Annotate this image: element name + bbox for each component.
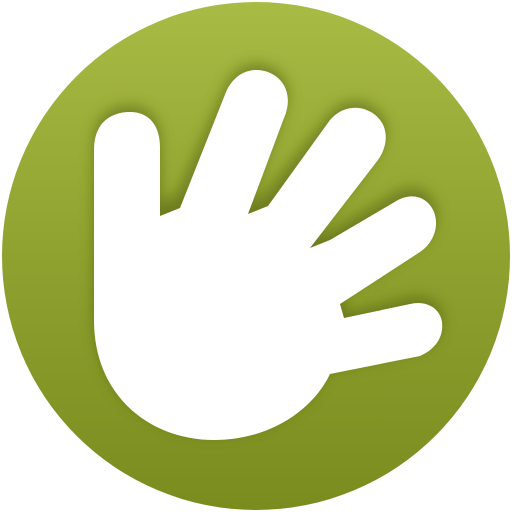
hand-wave-icon [0, 0, 512, 512]
hand-icon-svg [2, 2, 510, 510]
